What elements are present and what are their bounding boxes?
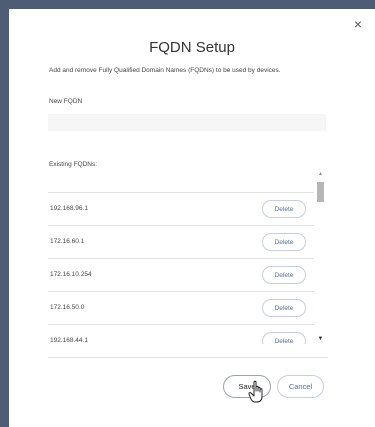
delete-button[interactable]: Delete [262, 332, 306, 344]
dialog-description: Add and remove Fully Qualified Domain Na… [49, 67, 281, 74]
cancel-button[interactable]: Cancel [277, 375, 324, 398]
fqdn-row: 172.16.10.254 Delete [48, 258, 314, 292]
fqdn-list: 192.168.96.1 Delete 172.16.60.1 Delete 172.1… [48, 170, 328, 344]
hand-pointer-icon [248, 380, 263, 403]
fqdn-address: 192.168.96.1 [50, 205, 88, 212]
fqdn-row: 172.16.60.1 Delete [48, 225, 314, 259]
list-scrollbar[interactable]: ▲ ▼ [316, 170, 325, 344]
dialog-title: FQDN Setup [149, 39, 235, 56]
new-fqdn-label: New FQDN [49, 98, 83, 105]
fqdn-row: 172.16.50.0 Delete [48, 291, 314, 325]
delete-button[interactable]: Delete [262, 200, 306, 218]
scroll-up-icon[interactable]: ▲ [316, 170, 325, 179]
page-backdrop-left [0, 9, 9, 427]
existing-fqdns-label: Existing FQDNs: [49, 161, 98, 168]
delete-button[interactable]: Delete [262, 266, 306, 284]
fqdn-address: 192.168.44.1 [50, 337, 88, 344]
fqdn-row: 192.168.96.1 Delete [48, 192, 314, 226]
fqdn-address: 172.16.50.0 [50, 304, 85, 311]
scroll-thumb[interactable] [317, 182, 324, 202]
delete-button[interactable]: Delete [262, 299, 306, 317]
delete-button[interactable]: Delete [262, 233, 306, 251]
scroll-down-icon[interactable]: ▼ [316, 335, 325, 344]
fqdn-address: 172.16.60.1 [50, 238, 85, 245]
close-icon[interactable]: × [351, 17, 365, 31]
page-backdrop [0, 0, 375, 9]
new-fqdn-input[interactable] [48, 114, 326, 131]
footer-divider [48, 357, 328, 358]
fqdn-row: 192.168.44.1 Delete [48, 324, 314, 344]
fqdn-address: 172.16.10.254 [50, 271, 92, 278]
